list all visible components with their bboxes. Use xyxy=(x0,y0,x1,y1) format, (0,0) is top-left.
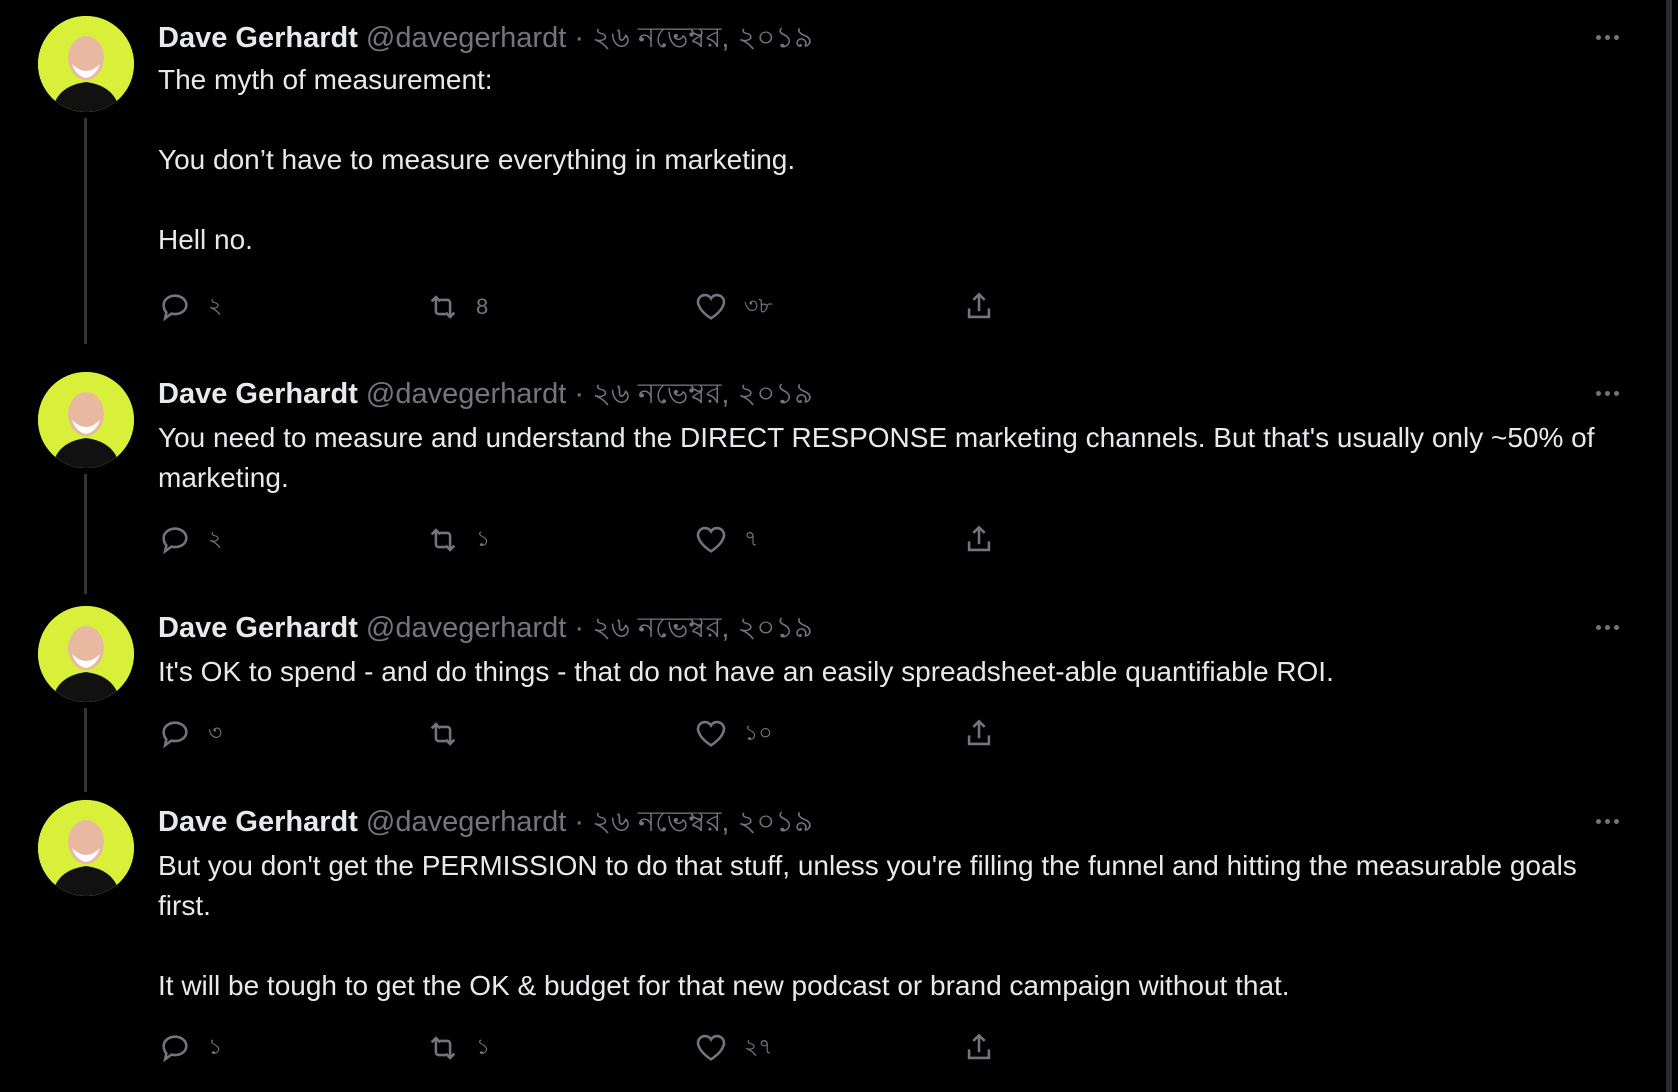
author-handle[interactable]: @davegerhardt xyxy=(366,22,566,54)
more-icon[interactable] xyxy=(1596,386,1630,400)
share-icon xyxy=(967,292,991,319)
share-icon xyxy=(967,1033,991,1060)
retweet-count: ১ xyxy=(476,1033,491,1059)
avatar[interactable] xyxy=(38,606,134,702)
tweet-thread-panel: Dave Gerhardt @davegerhardt · ২৬ নভেম্বর… xyxy=(0,0,1672,1092)
heart-icon xyxy=(696,1034,726,1061)
reply-count: ২ xyxy=(208,292,223,318)
separator: · xyxy=(574,806,584,838)
like-count: ৭ xyxy=(744,525,759,551)
tweet-date[interactable]: ২৬ নভেম্বর, ২০১৯ xyxy=(592,22,813,54)
like-button[interactable]: ৩৮ xyxy=(694,287,773,327)
separator: · xyxy=(574,378,584,410)
tweet-header: Dave Gerhardt @davegerhardt · ২৬ নভেম্বর… xyxy=(158,376,813,412)
retweet-button[interactable]: ১ xyxy=(426,520,490,560)
author-name[interactable]: Dave Gerhardt xyxy=(158,612,358,644)
thread-connector xyxy=(84,474,87,594)
reply-count: ২ xyxy=(208,525,223,551)
tweet-header: Dave Gerhardt @davegerhardt · ২৬ নভেম্বর… xyxy=(158,20,813,56)
more-icon[interactable] xyxy=(1596,814,1630,828)
thread: Dave Gerhardt @davegerhardt · ২৬ নভেম্বর… xyxy=(0,0,1660,1092)
author-name[interactable]: Dave Gerhardt xyxy=(158,22,358,54)
avatar[interactable] xyxy=(38,800,134,896)
separator: · xyxy=(574,22,584,54)
tweet-date[interactable]: ২৬ নভেম্বর, ২০১৯ xyxy=(592,612,813,644)
like-button[interactable]: ২৭ xyxy=(694,1028,773,1068)
retweet-button[interactable]: ১ xyxy=(426,1028,490,1068)
retweet-icon xyxy=(430,1036,456,1060)
retweet-icon xyxy=(430,295,456,319)
share-icon xyxy=(967,719,991,746)
tweet-paragraph: The myth of measurement: xyxy=(158,64,493,95)
tweet-text: You need to measure and understand the D… xyxy=(158,418,1598,498)
retweet-button[interactable] xyxy=(426,714,476,754)
tweet-paragraph: You don’t have to measure everything in … xyxy=(158,144,796,175)
tweet-text: It's OK to spend - and do things - that … xyxy=(158,652,1598,692)
retweet-count: 8 xyxy=(476,294,489,319)
tweet-actions: ২ 8 ৩৮ xyxy=(158,287,1058,327)
avatar[interactable] xyxy=(38,372,134,468)
tweet-paragraph: But you don't get the PERMISSION to do t… xyxy=(158,850,1577,921)
more-icon[interactable] xyxy=(1596,30,1630,44)
tweet-actions: ১ ১ ২৭ xyxy=(158,1028,1058,1068)
tweet-text: The myth of measurement: You don’t have … xyxy=(158,60,1598,260)
heart-icon xyxy=(696,720,726,747)
tweet-header: Dave Gerhardt @davegerhardt · ২৬ নভেম্বর… xyxy=(158,610,813,646)
like-button[interactable]: ১০ xyxy=(694,714,773,754)
like-button[interactable]: ৭ xyxy=(694,520,758,560)
reply-icon xyxy=(162,721,188,749)
reply-button[interactable]: ১ xyxy=(158,1028,222,1068)
tweet-header: Dave Gerhardt @davegerhardt · ২৬ নভেম্বর… xyxy=(158,804,813,840)
tweet-date[interactable]: ২৬ নভেম্বর, ২০১৯ xyxy=(592,378,813,410)
author-name[interactable]: Dave Gerhardt xyxy=(158,806,358,838)
share-button[interactable] xyxy=(962,1028,1012,1068)
reply-count: ৩ xyxy=(208,719,223,745)
author-handle[interactable]: @davegerhardt xyxy=(366,612,566,644)
reply-icon xyxy=(162,527,188,555)
tweet-paragraph: It will be tough to get the OK & budget … xyxy=(158,970,1290,1001)
reply-count: ১ xyxy=(208,1033,223,1059)
tweet-date[interactable]: ২৬ নভেম্বর, ২০১৯ xyxy=(592,806,813,838)
like-count: ৩৮ xyxy=(744,292,773,318)
tweet-paragraph: You need to measure and understand the D… xyxy=(158,422,1595,493)
heart-icon xyxy=(696,293,726,320)
retweet-icon xyxy=(430,528,456,552)
retweet-count: ১ xyxy=(476,525,491,551)
reply-icon xyxy=(162,294,188,322)
share-button[interactable] xyxy=(962,287,1012,327)
heart-icon xyxy=(696,526,726,553)
retweet-button[interactable]: 8 xyxy=(426,287,488,327)
author-handle[interactable]: @davegerhardt xyxy=(366,806,566,838)
thread-connector xyxy=(84,118,87,344)
reply-button[interactable]: ২ xyxy=(158,520,222,560)
share-button[interactable] xyxy=(962,714,1012,754)
retweet-icon xyxy=(430,722,456,746)
more-icon[interactable] xyxy=(1596,620,1630,634)
separator: · xyxy=(574,612,584,644)
tweet-paragraph: Hell no. xyxy=(158,224,253,255)
reply-button[interactable]: ৩ xyxy=(158,714,222,754)
tweet-text: But you don't get the PERMISSION to do t… xyxy=(158,846,1598,1006)
reply-button[interactable]: ২ xyxy=(158,287,222,327)
tweet-actions: ৩ ১০ xyxy=(158,714,1058,754)
avatar[interactable] xyxy=(38,16,134,112)
share-button[interactable] xyxy=(962,520,1012,560)
tweet-actions: ২ ১ ৭ xyxy=(158,520,1058,560)
like-count: ১০ xyxy=(744,719,773,745)
like-count: ২৭ xyxy=(744,1033,773,1059)
author-handle[interactable]: @davegerhardt xyxy=(366,378,566,410)
tweet-paragraph: It's OK to spend - and do things - that … xyxy=(158,656,1334,687)
author-name[interactable]: Dave Gerhardt xyxy=(158,378,358,410)
thread-connector xyxy=(84,708,87,792)
share-icon xyxy=(967,525,991,552)
reply-icon xyxy=(162,1035,188,1063)
